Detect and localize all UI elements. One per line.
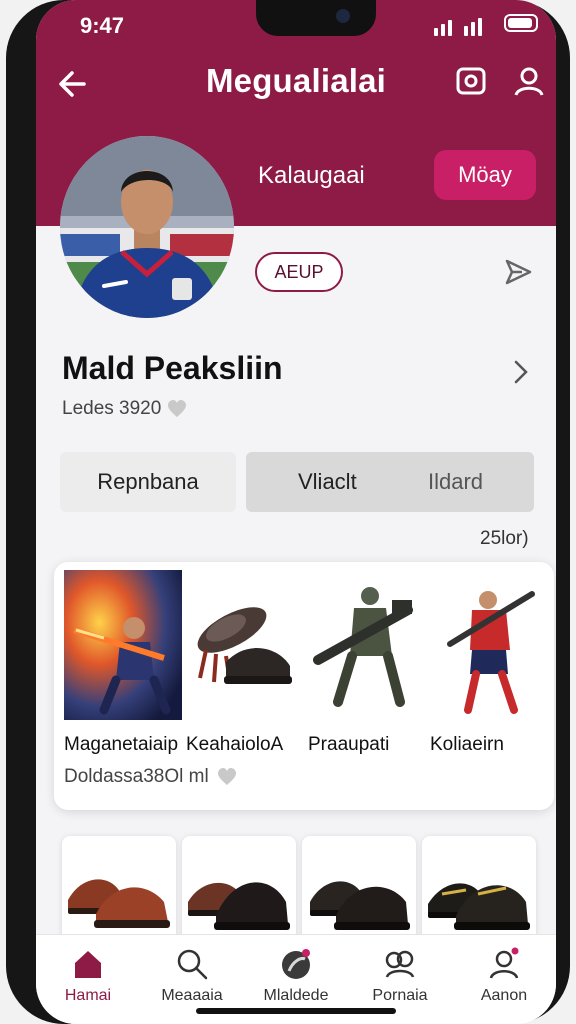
battery-icon: [504, 14, 538, 32]
likes-label: Ledes 3920: [62, 398, 162, 419]
follow-button[interactable]: Möay: [434, 150, 536, 200]
item-title-4: Koliaeirn: [430, 734, 504, 755]
tab-home-label: Hamai: [64, 987, 112, 1004]
segment-right-a[interactable]: Vliaclt: [298, 469, 357, 495]
featured-subtitle: Doldassa38Ol ml: [64, 766, 237, 788]
heart-icon: [168, 400, 187, 417]
tab-profile[interactable]: Aanon: [452, 935, 556, 1015]
share-icon[interactable]: [502, 256, 534, 288]
results-count: 25lor): [480, 528, 529, 549]
tab-community-label: Pornaia: [372, 987, 428, 1004]
item-title-2: KeahaioloA: [186, 734, 284, 755]
tab-search[interactable]: Meaaaia: [140, 935, 244, 1015]
featured-card[interactable]: Maganetaiaip KeahaioloA Praaupati Koliae…: [54, 562, 554, 810]
status-time: 9:47: [80, 13, 125, 38]
camera-notch: [256, 0, 376, 36]
channel-name: Kalaugaai: [258, 162, 365, 189]
profile-tag-pill[interactable]: AEUP: [255, 252, 343, 292]
heart-icon: [217, 768, 236, 785]
shoe-card-4[interactable]: [422, 836, 536, 946]
tab-profile-label: Aanon: [480, 987, 528, 1004]
home-indicator: [196, 1008, 396, 1014]
product-image-2[interactable]: [186, 570, 304, 720]
profile-icon: [489, 947, 519, 979]
tab-home[interactable]: Hamai: [36, 935, 140, 1015]
profile-avatar[interactable]: [60, 136, 234, 318]
explore-icon: [282, 949, 310, 979]
home-icon: [75, 951, 101, 978]
featured-subtitle-text: Doldassa38Ol ml: [64, 766, 209, 787]
likes-count: Ledes 3920: [62, 398, 187, 420]
shoe-card-3[interactable]: [302, 836, 416, 946]
community-icon: [385, 950, 415, 978]
segment-right[interactable]: Vliaclt Ildard: [246, 452, 534, 512]
product-image-1[interactable]: [64, 570, 182, 720]
app-screen: 9:47 Megualialai Kalaugaai Möay AEUP Mal…: [36, 0, 556, 1024]
account-icon[interactable]: [512, 64, 546, 98]
search-icon: [177, 949, 208, 980]
product-image-4[interactable]: [430, 570, 548, 720]
tab-community[interactable]: Pornaia: [348, 935, 452, 1015]
tab-explore[interactable]: Mlaldede: [244, 935, 348, 1015]
profile-name: Mald Peaksliin: [62, 350, 283, 386]
segment-right-b[interactable]: Ildard: [428, 469, 483, 495]
chevron-right-icon[interactable]: [510, 358, 532, 386]
tab-explore-label: Mlaldede: [263, 987, 329, 1004]
item-title-3: Praaupati: [308, 734, 390, 755]
shoe-card-1[interactable]: [62, 836, 176, 946]
item-title-1: Maganetaiaip: [64, 734, 179, 755]
product-image-3[interactable]: [308, 570, 426, 720]
tab-search-label: Meaaaia: [161, 987, 223, 1004]
camera-icon[interactable]: [454, 64, 488, 98]
shoe-card-2[interactable]: [182, 836, 296, 946]
segment-left[interactable]: Repnbana: [60, 452, 236, 512]
phone-frame: 9:47 Megualialai Kalaugaai Möay AEUP Mal…: [6, 0, 570, 1024]
